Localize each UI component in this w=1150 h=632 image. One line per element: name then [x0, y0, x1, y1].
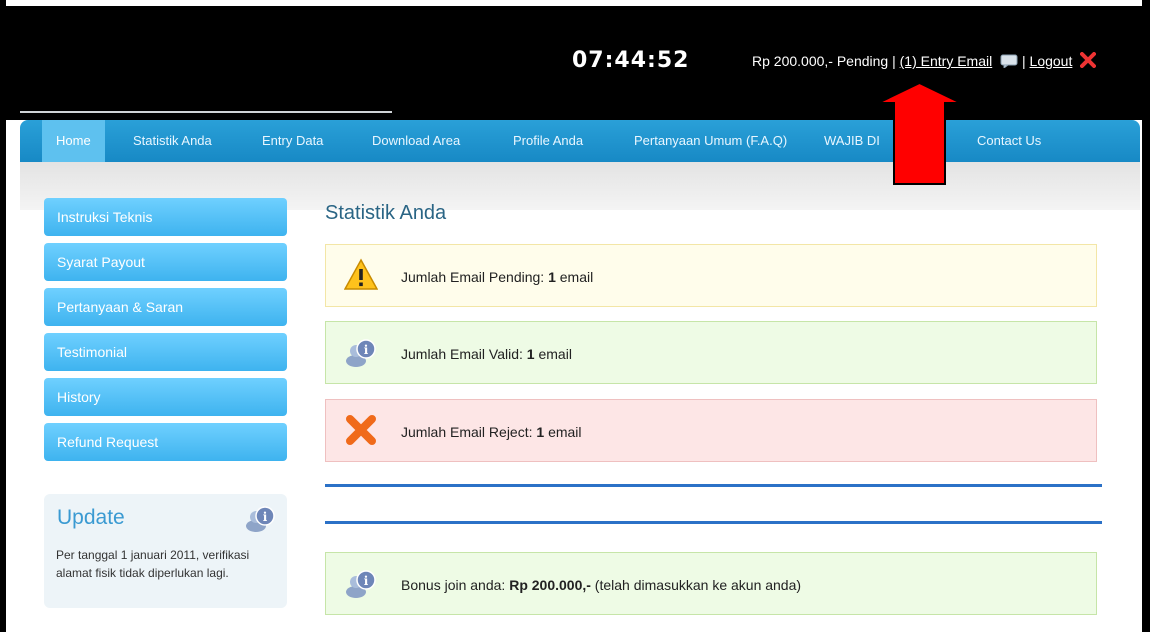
header-underline [20, 111, 392, 113]
nav-home[interactable]: Home [42, 120, 105, 162]
nav-entry-data[interactable]: Entry Data [262, 120, 323, 162]
sidebar-item-refund[interactable]: Refund Request [44, 423, 287, 461]
nav-contact[interactable]: Contact Us [977, 120, 1041, 162]
pending-message: Jumlah Email Pending: 1 email [325, 244, 1097, 307]
svg-text:i: i [263, 510, 268, 524]
sidebar-item-testimonial[interactable]: Testimonial [44, 333, 287, 371]
info-user-icon: i [346, 339, 376, 367]
sidebar-item-instruksi[interactable]: Instruksi Teknis [44, 198, 287, 236]
top-links: Rp 200.000,- Pending | (1) Entry Email |… [752, 52, 1097, 69]
logout-link[interactable]: Logout [1030, 53, 1073, 69]
info-user-icon: i [346, 570, 376, 598]
nav-faq[interactable]: Pertanyaan Umum (F.A.Q) [634, 120, 787, 162]
pending-text: Jumlah Email Pending: 1 email [401, 269, 594, 285]
sidebar-item-history[interactable]: History [44, 378, 287, 416]
balance-text: Rp 200.000,- Pending | [752, 53, 900, 69]
divider-line [325, 521, 1102, 524]
svg-text:i: i [364, 574, 369, 588]
nav-download[interactable]: Download Area [372, 120, 460, 162]
valid-message: i Jumlah Email Valid: 1 email [325, 321, 1097, 384]
valid-text: Jumlah Email Valid: 1 email [401, 346, 572, 362]
info-user-icon: i [246, 506, 275, 532]
reject-text: Jumlah Email Reject: 1 email [401, 424, 582, 440]
clock: 07:44:52 [572, 48, 690, 73]
nav-statistik[interactable]: Statistik Anda [133, 120, 212, 162]
bonus-text: Bonus join anda: Rp 200.000,- (telah dim… [401, 577, 802, 593]
warning-icon [344, 258, 378, 290]
close-icon[interactable] [1080, 52, 1097, 68]
chat-bubble-icon[interactable] [1000, 54, 1018, 68]
bonus-message: i Bonus join anda: Rp 200.000,- (telah d… [325, 552, 1097, 615]
reject-message: Jumlah Email Reject: 1 email [325, 399, 1097, 462]
nav-wajib[interactable]: WAJIB DI [824, 120, 880, 162]
annotation-arrow-icon [877, 82, 962, 185]
sidebar-item-pertanyaan[interactable]: Pertanyaan & Saran [44, 288, 287, 326]
separator: | [1022, 53, 1030, 69]
update-text: Per tanggal 1 januari 2011, verifikasi a… [56, 548, 250, 580]
reject-x-icon [346, 415, 376, 445]
divider-line [325, 484, 1102, 487]
sidebar-menu: Instruksi Teknis Syarat Payout Pertanyaa… [44, 198, 287, 468]
right-frame [1142, 0, 1150, 632]
top-header: 07:44:52 Rp 200.000,- Pending | (1) Entr… [6, 6, 1142, 120]
svg-text:i: i [364, 343, 369, 357]
sidebar-item-syarat[interactable]: Syarat Payout [44, 243, 287, 281]
update-box: Update i Per tanggal 1 januari 2011, ver… [44, 494, 287, 608]
main-nav: Home Statistik Anda Entry Data Download … [20, 120, 1140, 162]
nav-profile[interactable]: Profile Anda [513, 120, 583, 162]
page-title: Statistik Anda [325, 202, 447, 224]
entry-email-link[interactable]: (1) Entry Email [900, 53, 993, 69]
update-title: Update [57, 506, 125, 529]
